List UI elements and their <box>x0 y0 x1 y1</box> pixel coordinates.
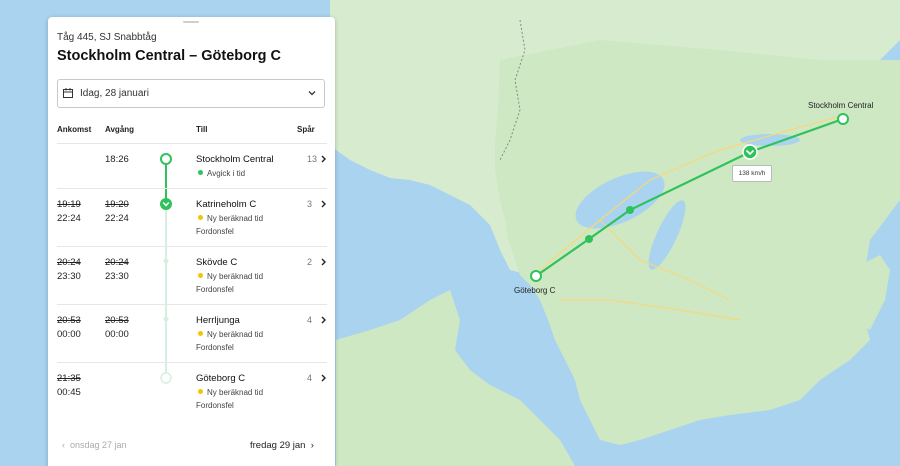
chevron-left-icon: ‹ <box>62 440 70 450</box>
train-subtitle: Tåg 445, SJ Snabbtåg <box>57 32 157 43</box>
arrival-time-new: 22:24 <box>57 213 81 224</box>
delay-reason: Fordonsfel <box>196 227 234 236</box>
train-position-marker[interactable] <box>742 144 758 160</box>
departure-time-new: 22:24 <box>105 213 129 224</box>
col-header-arrival: Ankomst <box>57 125 92 134</box>
track-number: 4 <box>307 373 313 383</box>
delay-reason: Fordonsfel <box>196 401 234 410</box>
arrival-time-old: 20:24 <box>57 257 81 268</box>
arrival-time-new: 00:45 <box>57 387 81 398</box>
status-dot-icon <box>198 273 203 279</box>
divider <box>57 362 327 363</box>
page-title: Stockholm Central – Göteborg C <box>57 48 281 64</box>
status-dot-icon <box>198 170 203 176</box>
station-name: Herrljunga <box>196 315 240 326</box>
arrival-time-old: 21:35 <box>57 373 81 384</box>
status-dot-icon <box>198 215 203 221</box>
col-header-to: Till <box>196 125 208 134</box>
station-name: Skövde C <box>196 257 238 268</box>
panel-drag-handle[interactable] <box>183 21 199 23</box>
date-select-label: Idag, 28 januari <box>80 88 149 99</box>
track-number: 4 <box>307 315 313 325</box>
chevron-right-icon: › <box>305 440 314 451</box>
chevron-right-icon[interactable] <box>320 374 327 382</box>
chevron-right-icon[interactable] <box>320 155 327 163</box>
col-header-departure: Avgång <box>105 125 135 134</box>
col-header-track: Spår <box>297 125 315 134</box>
delay-reason: Fordonsfel <box>196 343 234 352</box>
status-dot-icon <box>198 389 203 395</box>
calendar-icon <box>63 88 73 98</box>
station-name: Katrineholm C <box>196 199 257 210</box>
divider <box>57 188 327 189</box>
next-day-link[interactable]: fredag 29 jan › <box>250 440 314 451</box>
date-select[interactable]: Idag, 28 januari <box>57 79 325 108</box>
departure-time-old: 20:53 <box>105 315 129 326</box>
previous-day-link[interactable]: ‹ onsdag 27 jan <box>62 440 127 450</box>
departure-time-new: 23:30 <box>105 271 129 282</box>
station-name: Göteborg C <box>196 373 246 384</box>
map-label-origin: Stockholm Central <box>808 101 874 110</box>
status-text: Ny beräknad tid <box>198 214 263 223</box>
arrival-time-new: 23:30 <box>57 271 81 282</box>
status-text: Avgick i tid <box>198 169 245 178</box>
arrival-time-new: 00:00 <box>57 329 81 340</box>
route-destination-marker[interactable] <box>530 270 542 282</box>
divider <box>57 304 327 305</box>
route-origin-marker[interactable] <box>837 113 849 125</box>
arrival-time-old: 20:53 <box>57 315 81 326</box>
departure-time-old: 19:20 <box>105 199 129 210</box>
divider <box>57 246 327 247</box>
route-dot-skovde[interactable] <box>626 206 634 214</box>
chevron-down-icon <box>308 91 316 96</box>
delay-reason: Fordonsfel <box>196 285 234 294</box>
departure-time-old: 20:24 <box>105 257 129 268</box>
speed-badge: 138 km/h <box>732 165 772 182</box>
map-label-destination: Göteborg C <box>514 286 556 295</box>
chevron-right-icon[interactable] <box>320 258 327 266</box>
chevron-right-icon[interactable] <box>320 316 327 324</box>
status-text: Ny beräknad tid <box>198 330 263 339</box>
track-number: 2 <box>307 257 313 267</box>
route-dot-herrljunga[interactable] <box>585 235 593 243</box>
station-name: Stockholm Central <box>196 154 274 165</box>
track-number: 3 <box>307 199 313 209</box>
departure-time: 18:26 <box>105 154 129 165</box>
track-number: 13 <box>307 154 318 164</box>
timeline <box>160 153 172 384</box>
status-text: Ny beräknad tid <box>198 388 263 397</box>
status-dot-icon <box>198 331 203 337</box>
divider <box>57 143 327 144</box>
train-panel: Tåg 445, SJ Snabbtåg Stockholm Central –… <box>48 17 335 466</box>
chevron-right-icon[interactable] <box>320 200 327 208</box>
status-text: Ny beräknad tid <box>198 272 263 281</box>
departure-time-new: 00:00 <box>105 329 129 340</box>
arrival-time-old: 19:19 <box>57 199 81 210</box>
